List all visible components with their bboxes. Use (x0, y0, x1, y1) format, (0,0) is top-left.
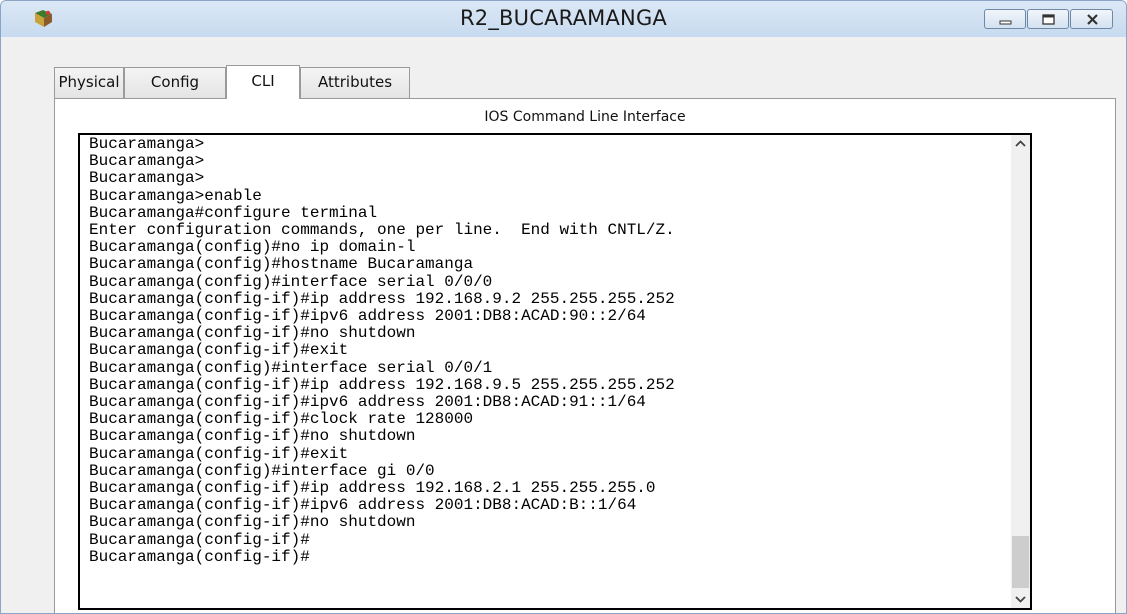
panel-title: IOS Command Line Interface (484, 109, 686, 125)
cli-panel: IOS Command Line Interface Bucaramanga> … (54, 98, 1116, 613)
tab-config[interactable]: Config (124, 67, 226, 98)
cli-line: Bucaramanga(config)#hostname Bucaramanga (89, 255, 474, 274)
minimize-button[interactable] (984, 9, 1026, 29)
cli-line: Bucaramanga(config)#interface serial 0/0… (89, 272, 493, 291)
cli-line: Bucaramanga(config-if)#no shutdown (89, 324, 416, 343)
chevron-down-icon (1015, 596, 1026, 603)
scroll-up-button[interactable] (1011, 135, 1030, 153)
tab-label: Physical (58, 73, 120, 91)
window-client-area: Physical Config CLI Attributes IOS Comma… (1, 37, 1126, 613)
tab-attributes[interactable]: Attributes (300, 67, 410, 98)
cli-line: Bucaramanga(config-if)#ip address 192.16… (89, 289, 675, 308)
title-bar[interactable]: R2_BUCARAMANGA (1, 1, 1126, 37)
maximize-icon (1042, 14, 1055, 25)
cli-terminal[interactable]: Bucaramanga> Bucaramanga> Bucaramanga> B… (78, 133, 1032, 610)
maximize-button[interactable] (1027, 9, 1069, 29)
cli-line: Bucaramanga> (89, 152, 205, 171)
cli-line: Bucaramanga(config-if)#ip address 192.16… (89, 375, 675, 394)
cli-line: Bucaramanga(config-if)#ipv6 address 2001… (89, 496, 637, 515)
cli-line: Bucaramanga> (89, 135, 205, 153)
cli-line: Bucaramanga(config-if)#exit (89, 444, 349, 463)
cli-line: Bucaramanga>enable (89, 186, 262, 205)
chevron-up-icon (1015, 140, 1026, 147)
tab-cli[interactable]: CLI (226, 65, 300, 99)
cli-line: Enter configuration commands, one per li… (89, 221, 675, 240)
tab-physical[interactable]: Physical (54, 67, 124, 98)
scroll-thumb[interactable] (1012, 536, 1029, 588)
cli-line: Bucaramanga> (89, 169, 205, 188)
cli-line: Bucaramanga(config-if)#ipv6 address 2001… (89, 307, 646, 326)
cli-line: Bucaramanga(config-if)#no shutdown (89, 427, 416, 446)
cli-line: Bucaramanga(config)#no ip domain-l (89, 238, 416, 257)
cli-line: Bucaramanga(config-if)# (89, 547, 310, 566)
cli-line: Bucaramanga(config-if)#clock rate 128000 (89, 410, 474, 429)
cli-line: Bucaramanga(config-if)#ipv6 address 2001… (89, 393, 646, 412)
cli-line: Bucaramanga#configure terminal (89, 203, 378, 222)
device-window: R2_BUCARAMANGA Physical Config CLI Attri… (0, 0, 1127, 614)
cli-line: Bucaramanga(config-if)# (89, 530, 310, 549)
cli-output[interactable]: Bucaramanga> Bucaramanga> Bucaramanga> B… (89, 135, 675, 566)
tab-label: Config (150, 73, 200, 91)
cli-line: Bucaramanga(config)#interface gi 0/0 (89, 461, 435, 480)
vertical-scrollbar[interactable] (1011, 135, 1030, 608)
close-icon (1087, 14, 1098, 25)
close-button[interactable] (1070, 9, 1113, 29)
tab-label: CLI (251, 72, 275, 90)
cli-line: Bucaramanga(config-if)#ip address 192.16… (89, 479, 656, 498)
minimize-icon (999, 20, 1012, 25)
tab-label: Attributes (317, 73, 393, 91)
window-title: R2_BUCARAMANGA (460, 6, 667, 30)
cli-line: Bucaramanga(config)#interface serial 0/0… (89, 358, 493, 377)
scroll-down-button[interactable] (1011, 590, 1030, 608)
cli-line: Bucaramanga(config-if)#no shutdown (89, 513, 416, 532)
cli-line: Bucaramanga(config-if)#exit (89, 341, 349, 360)
